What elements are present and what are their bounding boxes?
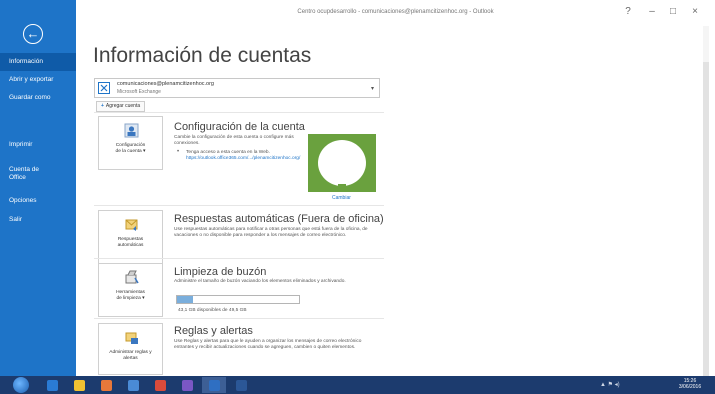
account-settings-description: Cambie la configuración de esta cuenta o… <box>174 135 294 147</box>
nav-guardar-como[interactable]: Guardar como <box>0 89 76 107</box>
account-email: comunicaciones@plenamcitizenhoc.org <box>117 81 214 87</box>
ie-icon <box>46 379 58 391</box>
rules-alerts-description: Use Reglas y alertas para que le ayuden … <box>174 339 362 351</box>
folder-icon <box>73 379 85 391</box>
automatic-replies-icon <box>125 219 138 231</box>
word-icon <box>235 379 247 391</box>
cleanup-tools-label: Herramientas de limpieza ▾ <box>101 290 160 302</box>
help-button[interactable]: ? <box>620 6 636 17</box>
people-icon <box>181 379 193 391</box>
manage-rules-label: Administrar reglas y alertas <box>101 350 160 362</box>
account-settings-label: Configuración de la cuenta ▾ <box>101 143 160 155</box>
system-tray-icons[interactable]: ▲ ⚑ ◂) <box>600 381 620 388</box>
restore-button[interactable]: □ <box>665 6 681 17</box>
nav-informacion[interactable]: Información <box>0 53 76 71</box>
minimize-button[interactable]: – <box>644 6 660 17</box>
scrollbar-thumb[interactable] <box>703 62 709 378</box>
account-selector[interactable]: comunicaciones@plenamcitizenhoc.org Micr… <box>94 78 380 98</box>
divider <box>94 258 384 259</box>
nav-abrir-exportar[interactable]: Abrir y exportar <box>0 71 76 89</box>
taskbar-ie-button[interactable] <box>40 377 64 393</box>
add-account-button[interactable]: + Agregar cuenta <box>96 101 146 112</box>
profile-picture <box>308 134 376 192</box>
taskbar-chrome-button[interactable] <box>148 377 172 393</box>
taskbar-word-button[interactable] <box>229 377 253 393</box>
backstage-sidebar: ← Información Abrir y exportar Guardar c… <box>0 0 76 376</box>
account-settings-title: Configuración de la cuenta <box>174 121 305 133</box>
divider <box>94 318 384 319</box>
chrome-icon <box>154 379 166 391</box>
avatar <box>318 140 366 186</box>
nav-cuenta-office-line2: Office <box>9 174 26 181</box>
manage-rules-line2: alertas <box>123 356 138 361</box>
taskbar-outlook-button[interactable] <box>202 377 226 393</box>
owa-link[interactable]: https://outlook.office365.com/.../plenam… <box>186 156 300 162</box>
cleanup-tools-line2: de limpieza ▾ <box>116 296 145 301</box>
divider <box>94 112 384 113</box>
taskbar-folder-button[interactable] <box>67 377 91 393</box>
window-icon <box>127 379 139 391</box>
media-icon <box>100 379 112 391</box>
automatic-replies-label: Respuestas automáticas <box>101 237 160 249</box>
exchange-account-icon <box>98 82 110 94</box>
mailbox-cleanup-title: Limpieza de buzón <box>174 266 267 278</box>
account-settings-line2: de la cuenta ▾ <box>115 149 146 154</box>
manage-rules-button[interactable]: Administrar reglas y alertas <box>98 323 163 375</box>
mailbox-usage-fill <box>177 296 193 303</box>
rules-alerts-title: Reglas y alertas <box>174 325 253 337</box>
automatic-replies-line2: automáticas <box>117 243 144 248</box>
nav-cuenta-office[interactable]: Cuenta de Office <box>0 165 76 183</box>
account-settings-icon <box>124 123 139 138</box>
clock[interactable]: 15:26 3/06/2016 <box>672 378 708 390</box>
outlook-window: ← Información Abrir y exportar Guardar c… <box>0 0 715 378</box>
account-type: Microsoft Exchange <box>117 89 161 95</box>
mailbox-cleanup-description: Administre el tamaño de buzón vaciando l… <box>174 279 346 284</box>
add-account-label: Agregar cuenta <box>105 103 141 109</box>
page-title: Información de cuentas <box>93 44 312 67</box>
avatar-mark <box>338 184 346 186</box>
divider <box>94 205 384 206</box>
close-button[interactable]: × <box>687 6 703 17</box>
web-access-text: Tenga acceso a esta cuenta en la Web. ht… <box>186 150 300 163</box>
mailbox-usage-caption: 43,1 GB disponibles de 49,5 GB <box>178 308 247 313</box>
change-photo-link[interactable]: Cambiar <box>332 195 351 201</box>
cleanup-tools-icon <box>125 270 139 284</box>
outlook-icon <box>208 379 220 391</box>
nav-imprimir[interactable]: Imprimir <box>0 136 76 154</box>
taskbar-window-button[interactable] <box>121 377 145 393</box>
rules-alerts-icon <box>125 332 138 344</box>
chevron-down-icon: ▾ <box>370 86 374 92</box>
start-button-icon[interactable] <box>13 377 29 393</box>
automatic-replies-button[interactable]: Respuestas automáticas <box>98 210 163 264</box>
automatic-replies-description: Use respuestas automáticas para notifica… <box>174 227 368 239</box>
cleanup-tools-button[interactable]: Herramientas de limpieza ▾ <box>98 263 163 317</box>
plus-icon: + <box>101 103 104 109</box>
mailbox-usage-bar <box>176 295 300 304</box>
windows-taskbar: ▲ ⚑ ◂) 15:26 3/06/2016 <box>0 376 715 394</box>
taskbar-people-button[interactable] <box>175 377 199 393</box>
nav-opciones[interactable]: Opciones <box>0 192 76 210</box>
automatic-replies-title: Respuestas automáticas (Fuera de oficina… <box>174 213 384 225</box>
bullet-icon: • <box>177 149 180 155</box>
nav-cuenta-office-line1: Cuenta de <box>9 166 39 173</box>
nav-salir[interactable]: Salir <box>0 211 76 229</box>
back-arrow-icon[interactable]: ← <box>23 24 43 44</box>
taskbar-media-button[interactable] <box>94 377 118 393</box>
clock-date: 3/06/2016 <box>678 384 702 390</box>
account-settings-button[interactable]: Configuración de la cuenta ▾ <box>98 116 163 170</box>
